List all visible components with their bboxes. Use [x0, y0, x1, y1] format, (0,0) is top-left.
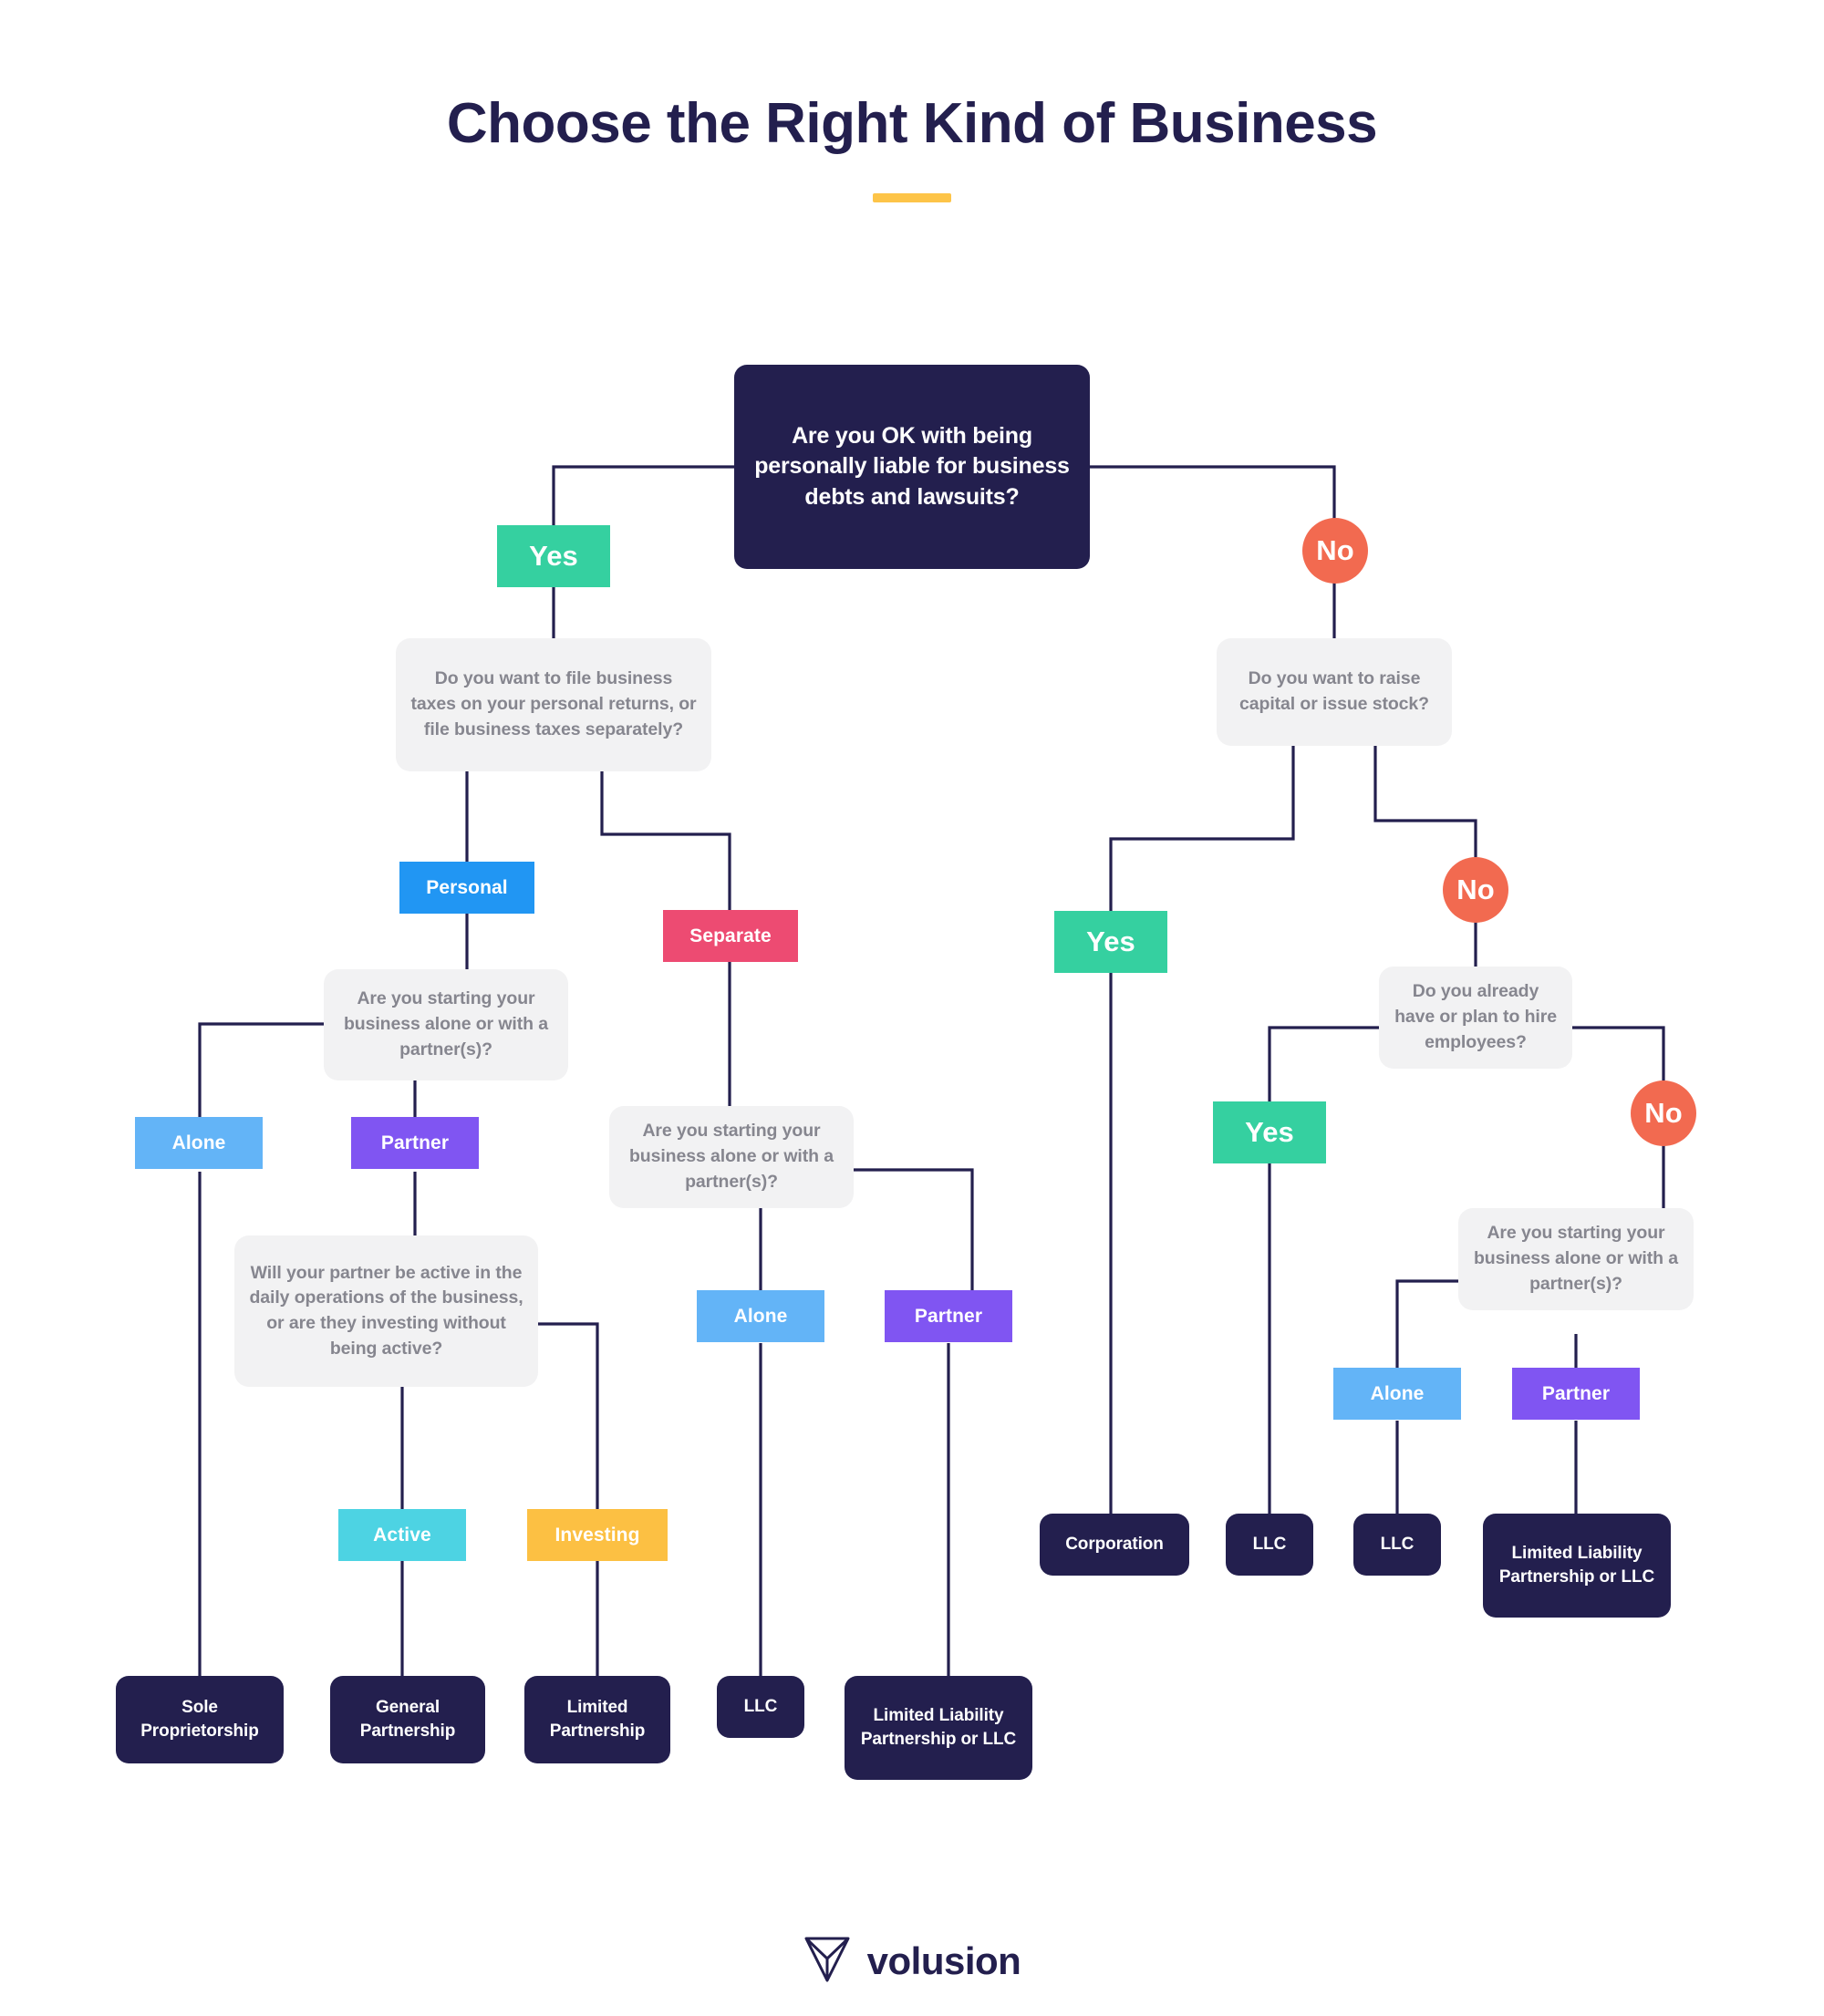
- label-no-root[interactable]: No: [1302, 518, 1368, 584]
- label-no-raise-capital[interactable]: No: [1443, 857, 1508, 923]
- label-separate[interactable]: Separate: [663, 910, 798, 962]
- question-hire-employees[interactable]: Do you already have or plan to hire empl…: [1379, 967, 1572, 1069]
- question-alone-or-partner-no-employees[interactable]: Are you starting your business alone or …: [1458, 1208, 1694, 1310]
- label-personal[interactable]: Personal: [399, 862, 534, 914]
- label-alone-no-employees[interactable]: Alone: [1333, 1368, 1461, 1420]
- question-raise-capital-issue-stock[interactable]: Do you want to raise capital or issue st…: [1217, 638, 1452, 746]
- label-active[interactable]: Active: [338, 1509, 466, 1561]
- result-llc-separate-alone[interactable]: LLC: [717, 1676, 804, 1738]
- label-investing[interactable]: Investing: [527, 1509, 668, 1561]
- flowchart-canvas: Choose the Right Kind of Business Are yo…: [0, 0, 1824, 2016]
- result-llc-employees[interactable]: LLC: [1226, 1514, 1313, 1576]
- label-yes-root[interactable]: Yes: [497, 525, 610, 587]
- volusion-diamond-icon: [803, 1933, 851, 1989]
- result-llp-or-llc-separate-partner[interactable]: Limited Liability Partnership or LLC: [845, 1676, 1032, 1780]
- label-partner-personal[interactable]: Partner: [351, 1117, 479, 1169]
- result-limited-partnership[interactable]: Limited Partnership: [524, 1676, 670, 1763]
- label-alone-personal[interactable]: Alone: [135, 1117, 263, 1169]
- question-alone-or-partner-personal[interactable]: Are you starting your business alone or …: [324, 969, 568, 1080]
- question-tax-filing[interactable]: Do you want to file business taxes on yo…: [396, 638, 711, 771]
- label-partner-no-employees[interactable]: Partner: [1512, 1368, 1640, 1420]
- question-root-personal-liability[interactable]: Are you OK with being personally liable …: [734, 365, 1090, 569]
- label-alone-separate[interactable]: Alone: [697, 1290, 824, 1342]
- label-no-employees[interactable]: No: [1631, 1080, 1696, 1146]
- result-llc-no-employees-alone[interactable]: LLC: [1353, 1514, 1441, 1576]
- footer-branding: volusion: [0, 1933, 1824, 1989]
- result-sole-proprietorship[interactable]: Sole Proprietorship: [116, 1676, 284, 1763]
- result-corporation[interactable]: Corporation: [1040, 1514, 1189, 1576]
- brand-name: volusion: [866, 1938, 1021, 1982]
- result-general-partnership[interactable]: General Partnership: [330, 1676, 485, 1763]
- label-yes-raise-capital[interactable]: Yes: [1054, 911, 1167, 973]
- question-partner-active-or-investing[interactable]: Will your partner be active in the daily…: [234, 1235, 538, 1387]
- question-alone-or-partner-separate[interactable]: Are you starting your business alone or …: [609, 1106, 854, 1208]
- result-llp-or-llc-no-employees-partner[interactable]: Limited Liability Partnership or LLC: [1483, 1514, 1671, 1618]
- label-partner-separate[interactable]: Partner: [885, 1290, 1012, 1342]
- label-yes-employees[interactable]: Yes: [1213, 1101, 1326, 1163]
